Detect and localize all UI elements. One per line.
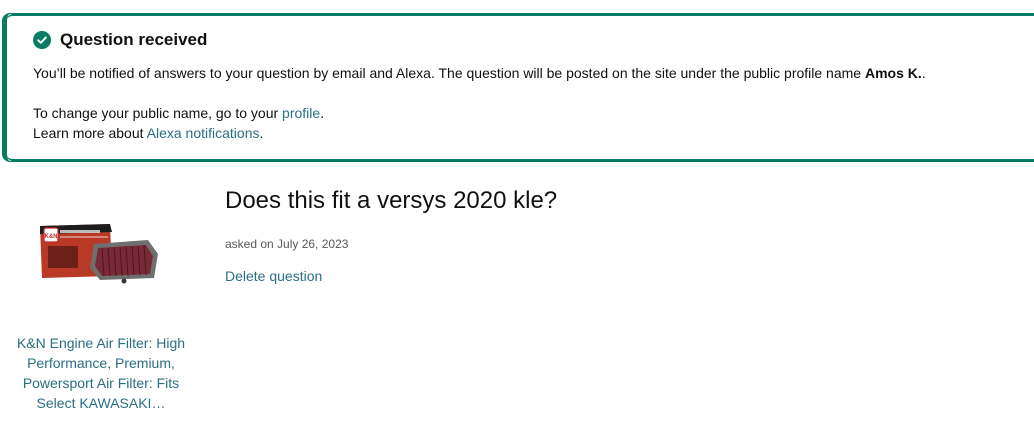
learn-more-text-end: . [259, 125, 264, 141]
profile-link[interactable]: profile [282, 105, 320, 121]
notification-text-end: . [921, 65, 926, 81]
learn-more-text: Learn more about [33, 125, 147, 141]
notification-message: You’ll be notified of answers to your qu… [33, 65, 926, 81]
page: Question received You’ll be notified of … [0, 0, 1034, 425]
change-name-text-end: . [320, 105, 325, 121]
profile-name: Amos K. [864, 65, 922, 81]
asked-date: asked on July 26, 2023 [225, 237, 349, 251]
alert-title: Question received [60, 30, 208, 49]
learn-more-message: Learn more about Alexa notifications. [33, 125, 263, 141]
confirmation-alert: Question received You’ll be notified of … [2, 13, 1034, 162]
change-name-text: To change your public name, go to your [33, 105, 283, 121]
product-image[interactable]: K&N [38, 218, 162, 284]
change-name-message: To change your public name, go to your p… [33, 105, 324, 121]
alexa-notifications-link[interactable]: Alexa notifications [147, 125, 260, 141]
brand-logo: K&N [45, 234, 58, 240]
question-title: Does this fit a versys 2020 kle? [225, 187, 558, 214]
delete-question-link[interactable]: Delete question [225, 268, 322, 284]
check-circle-icon [33, 31, 51, 49]
notification-text: You’ll be notified of answers to your qu… [33, 65, 865, 81]
alert-header: Question received [33, 30, 207, 50]
product-title-link[interactable]: K&N Engine Air Filter: High Performance,… [8, 333, 194, 413]
